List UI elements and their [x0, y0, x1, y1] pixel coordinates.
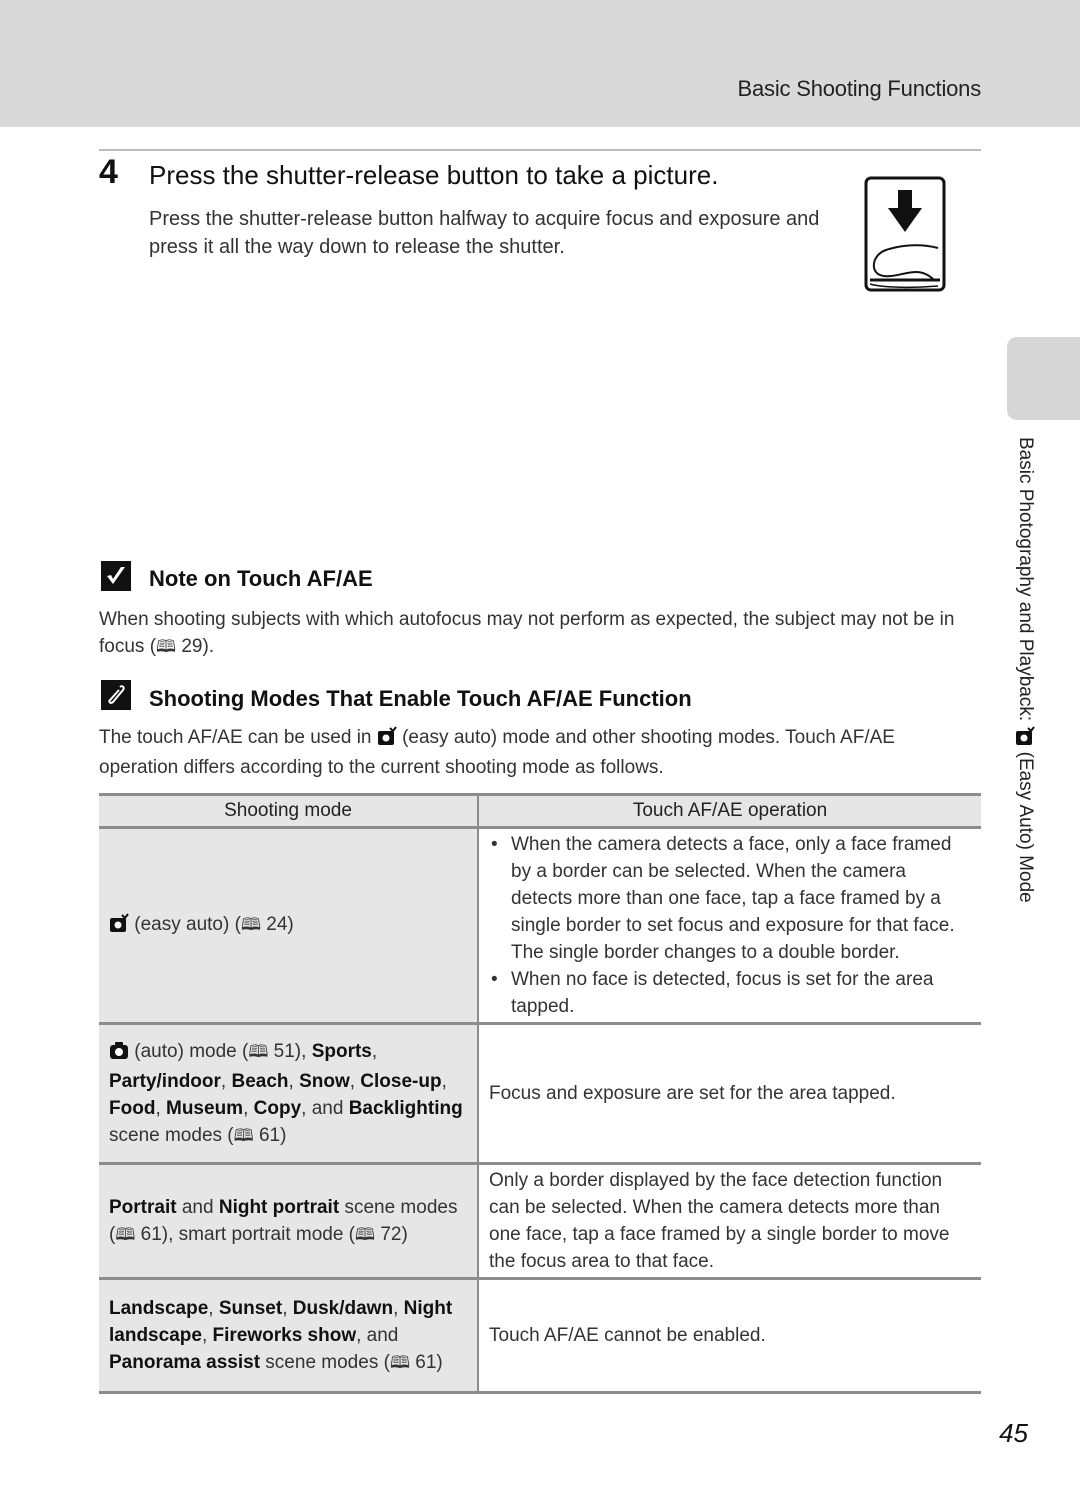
scene-mode-name: Night portrait	[218, 1196, 340, 1218]
easy-auto-camera-icon	[377, 726, 397, 754]
page-number: 45	[999, 1418, 1028, 1448]
divider	[99, 149, 981, 151]
table-row: Portrait and Night portrait scene modes …	[99, 1163, 981, 1280]
operation-cell: Focus and exposure are set for the area …	[478, 1023, 981, 1165]
paperclip-icon	[101, 680, 131, 710]
mode-text: scene modes (	[260, 1351, 390, 1373]
mode-text: ), smart portrait mode (	[161, 1223, 356, 1245]
column-header: Touch AF/AE operation	[478, 794, 981, 829]
page-reference[interactable]: 29	[176, 636, 202, 657]
mode-cell: Portrait and Night portrait scene modes …	[99, 1163, 479, 1280]
operation-cell: When the camera detects a face, only a f…	[478, 827, 981, 1025]
scene-mode-name: Panorama assist	[109, 1351, 261, 1373]
scene-mode-name: Party/indoor	[109, 1070, 221, 1092]
page-reference[interactable]: 61	[135, 1224, 162, 1245]
scene-mode-name: Sports	[311, 1040, 372, 1062]
step-title: Press the shutter-release button to take…	[149, 160, 719, 190]
book-icon: 🕮	[115, 1224, 136, 1245]
mode-cell: (auto) mode (🕮 51), Sports, Party/indoor…	[99, 1023, 479, 1165]
scene-mode-name: Portrait	[109, 1196, 177, 1218]
scene-mode-name: Food	[109, 1097, 156, 1119]
separator: ,	[349, 1070, 361, 1092]
separator: ,	[371, 1040, 378, 1062]
mode-text: )	[287, 913, 294, 935]
table-row: (easy auto) (🕮 24) When the camera detec…	[99, 827, 981, 1025]
table-row: Landscape, Sunset, Dusk/dawn, Night land…	[99, 1278, 981, 1394]
scene-mode-name: Fireworks show	[212, 1324, 357, 1346]
book-icon: 🕮	[248, 1041, 269, 1062]
operation-bullet: When the camera detects a face, only a f…	[489, 831, 971, 966]
book-icon: 🕮	[355, 1224, 376, 1245]
tip-body: The touch AF/AE can be used in (easy aut…	[99, 724, 979, 781]
step-body: Press the shutter-release button halfway…	[149, 208, 820, 258]
mode-cell: Landscape, Sunset, Dusk/dawn, Night land…	[99, 1278, 479, 1394]
chapter-label-text: Basic Photography and Playback:	[1015, 437, 1036, 727]
easy-auto-camera-icon	[109, 912, 129, 941]
book-icon: 🕮	[156, 637, 177, 657]
chapter-label: Basic Photography and Playback: (Easy Au…	[1014, 437, 1036, 903]
separator: , and	[356, 1324, 399, 1346]
scene-mode-name: Beach	[231, 1070, 289, 1092]
note-title: Note on Touch AF/AE	[149, 566, 373, 591]
scene-mode-name: Close-up	[360, 1070, 442, 1092]
page-reference[interactable]: 61	[254, 1125, 280, 1146]
scene-mode-name: Museum	[166, 1097, 244, 1119]
book-icon: 🕮	[240, 914, 261, 935]
separator: ,	[155, 1097, 166, 1119]
page-reference[interactable]: 72	[375, 1224, 401, 1245]
easy-auto-camera-icon	[1014, 726, 1036, 746]
shooting-modes-table: Shooting mode Touch AF/AE operation (eas…	[99, 793, 981, 1394]
mode-text: and	[176, 1196, 219, 1218]
table-header-row: Shooting mode Touch AF/AE operation	[99, 794, 981, 829]
chapter-tab[interactable]	[1007, 337, 1080, 420]
mode-text: )	[401, 1223, 408, 1245]
scene-mode-name: Landscape	[109, 1297, 209, 1319]
operation-cell: Touch AF/AE cannot be enabled.	[478, 1278, 981, 1394]
section-title-header: Basic Shooting Functions	[737, 76, 982, 101]
scene-mode-name: Backlighting	[348, 1097, 463, 1119]
separator: , and	[301, 1097, 349, 1119]
separator: ,	[208, 1297, 219, 1319]
tip-title: Shooting Modes That Enable Touch AF/AE F…	[149, 686, 692, 711]
header-band: Basic Shooting Functions	[0, 0, 1080, 127]
mode-text: (easy auto) (	[129, 913, 241, 935]
chapter-label-text: (Easy Auto) Mode	[1015, 746, 1036, 903]
tip-text: The touch AF/AE can be used in	[99, 727, 377, 748]
separator: ,	[441, 1070, 447, 1092]
auto-camera-icon	[109, 1040, 129, 1068]
operation-bullet: When no face is detected, focus is set f…	[489, 966, 971, 1020]
mode-cell: (easy auto) (🕮 24)	[99, 827, 479, 1025]
scene-mode-name: Dusk/dawn	[292, 1297, 394, 1319]
scene-mode-name: Sunset	[218, 1297, 283, 1319]
mode-text: )	[280, 1124, 287, 1146]
book-icon: 🕮	[233, 1125, 254, 1146]
scene-mode-name: Copy	[253, 1097, 302, 1119]
mode-text: ),	[294, 1040, 312, 1062]
mode-text: (auto) mode (	[129, 1040, 249, 1062]
separator: ,	[220, 1070, 232, 1092]
separator: ,	[201, 1324, 213, 1346]
scene-mode-name: Snow	[299, 1070, 350, 1092]
page-reference[interactable]: 61	[410, 1352, 436, 1373]
book-icon: 🕮	[389, 1352, 410, 1373]
mode-text: )	[436, 1351, 443, 1373]
step-number: 4	[99, 153, 118, 191]
separator: ,	[243, 1097, 254, 1119]
column-header: Shooting mode	[99, 794, 479, 829]
mode-text: scene modes (	[109, 1124, 234, 1146]
table-row: (auto) mode (🕮 51), Sports, Party/indoor…	[99, 1023, 981, 1165]
note-body: When shooting subjects with which autofo…	[99, 606, 979, 661]
page-reference[interactable]: 24	[261, 914, 287, 935]
shutter-press-illustration	[864, 176, 946, 292]
separator: ,	[288, 1070, 300, 1092]
note-text-end: ).	[202, 636, 215, 657]
separator: ,	[282, 1297, 293, 1319]
note-text: When shooting subjects with which autofo…	[99, 609, 955, 657]
operation-cell: Only a border displayed by the face dete…	[478, 1163, 981, 1280]
check-icon	[101, 561, 131, 591]
separator: ,	[393, 1297, 404, 1319]
page-reference[interactable]: 51	[268, 1041, 295, 1062]
